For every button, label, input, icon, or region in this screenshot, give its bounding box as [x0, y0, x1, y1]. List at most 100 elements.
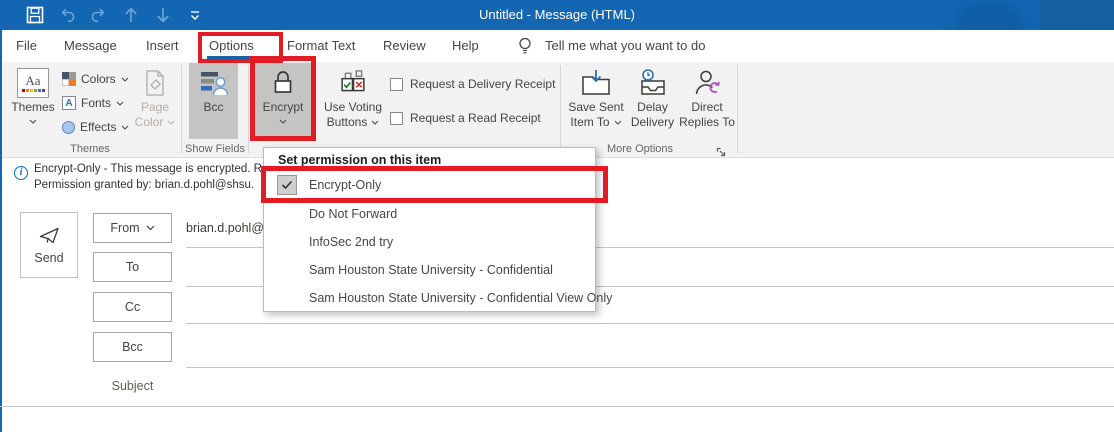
- save-sent-label-2: Item To: [570, 115, 621, 130]
- infobar-line2: Permission granted by: brian.d.pohl@shsu…: [34, 179, 255, 191]
- show-fields-group-label: Show Fields: [185, 143, 245, 155]
- quick-access-toolbar: [24, 0, 206, 30]
- ribbon: Aa Themes Colors A Fonts Effects Page Co…: [0, 62, 1114, 158]
- menu-item-label: Sam Houston State University - Confident…: [309, 291, 613, 305]
- tab-insert[interactable]: Insert: [146, 30, 179, 62]
- colors-button[interactable]: Colors: [62, 68, 129, 90]
- info-icon: i: [14, 166, 28, 180]
- tab-message[interactable]: Message: [64, 30, 117, 62]
- themes-icon: Aa: [17, 66, 49, 100]
- colors-label: Colors: [81, 72, 116, 86]
- selected-tab-indicator: [207, 56, 256, 59]
- lightbulb-icon: [517, 36, 533, 61]
- infobar-line1: Encrypt-Only - This message is encrypted…: [34, 163, 262, 175]
- direct-replies-label-1: Direct: [691, 100, 723, 114]
- bcc-field-underline[interactable]: [186, 367, 1114, 368]
- use-voting-buttons-button[interactable]: Use Voting Buttons: [318, 63, 388, 139]
- menu-item-label: Sam Houston State University - Confident…: [309, 263, 553, 277]
- subject-label: Subject: [111, 379, 154, 393]
- effects-button[interactable]: Effects: [62, 116, 129, 138]
- direct-replies-to-button[interactable]: Direct Replies To: [678, 63, 736, 139]
- save-sent-folder-icon: [581, 66, 611, 100]
- fonts-label: Fonts: [81, 96, 112, 110]
- from-value: brian.d.pohl@: [186, 221, 265, 235]
- colors-icon: [62, 72, 76, 86]
- group-separator: [737, 65, 738, 153]
- save-sent-item-to-button[interactable]: Save Sent Item To: [565, 63, 627, 139]
- delay-delivery-label-1: Delay: [637, 100, 668, 114]
- menu-item-label: Encrypt-Only: [309, 178, 382, 192]
- use-voting-label-1: Use Voting: [323, 100, 383, 114]
- encrypt-button[interactable]: Encrypt: [255, 63, 311, 139]
- to-button[interactable]: To: [93, 252, 172, 282]
- titlebar: Untitled - Message (HTML): [0, 0, 1114, 42]
- delivery-receipt-label: Request a Delivery Receipt: [410, 77, 556, 91]
- cc-field-underline[interactable]: [186, 323, 1114, 324]
- chevron-down-icon: [371, 120, 379, 125]
- message-body-divider: [0, 406, 1114, 407]
- tab-file[interactable]: File: [16, 30, 37, 62]
- tell-me-search[interactable]: Tell me what you want to do: [545, 30, 705, 62]
- dropdown-header: Set permission on this item: [278, 153, 442, 167]
- chevron-down-icon: [146, 225, 155, 231]
- delay-delivery-label-2: Delivery: [630, 115, 675, 129]
- page-color-button[interactable]: Page Color: [132, 63, 178, 139]
- bcc-icon: [200, 66, 228, 100]
- chevron-down-icon: [167, 120, 175, 125]
- group-separator: [181, 65, 182, 153]
- themes-button[interactable]: Aa Themes: [10, 63, 56, 139]
- encrypt-dropdown-menu: Set permission on this item Encrypt-Only…: [263, 147, 612, 312]
- tab-options-label: Options: [209, 38, 254, 53]
- outlook-message-window: Untitled - Message (HTML) File Message I…: [0, 0, 1114, 432]
- fonts-icon: A: [62, 96, 76, 110]
- menu-item-do-not-forward[interactable]: Do Not Forward: [264, 200, 595, 228]
- tab-help[interactable]: Help: [452, 30, 479, 62]
- from-button-label: From: [110, 221, 140, 235]
- save-icon: [26, 6, 44, 24]
- save-sent-label-1: Save Sent: [568, 100, 624, 114]
- page-color-icon: [142, 66, 168, 100]
- move-up-button[interactable]: [120, 4, 142, 26]
- menu-item-encrypt-only[interactable]: Encrypt-Only: [264, 171, 595, 199]
- direct-replies-icon: [693, 66, 721, 100]
- undo-icon: [61, 8, 75, 23]
- read-receipt-label: Request a Read Receipt: [410, 111, 541, 125]
- send-button[interactable]: Send: [20, 212, 78, 278]
- chevron-down-icon: [279, 119, 287, 124]
- chevron-down-icon: [29, 119, 37, 124]
- menu-item-shsu-confidential[interactable]: Sam Houston State University - Confident…: [264, 256, 595, 284]
- page-color-label-2: Color: [135, 115, 176, 130]
- customize-quick-access-button[interactable]: [184, 4, 206, 26]
- delay-delivery-icon: [638, 66, 668, 100]
- page-color-label-1: Page: [140, 100, 170, 114]
- tab-review[interactable]: Review: [383, 30, 426, 62]
- dialog-launcher-icon: [716, 147, 726, 157]
- from-button[interactable]: From: [93, 213, 172, 243]
- redo-button[interactable]: [88, 4, 110, 26]
- request-delivery-receipt-checkbox[interactable]: Request a Delivery Receipt: [390, 77, 555, 91]
- bcc-ribbon-button[interactable]: Bcc: [189, 63, 238, 139]
- tab-format-text[interactable]: Format Text: [287, 30, 355, 62]
- undo-button[interactable]: [56, 4, 78, 26]
- move-down-button[interactable]: [152, 4, 174, 26]
- delay-delivery-button[interactable]: Delay Delivery: [628, 63, 677, 139]
- menu-item-shsu-confidential-view-only[interactable]: Sam Houston State University - Confident…: [264, 284, 612, 312]
- customize-quick-access-icon: [191, 11, 199, 20]
- voting-buttons-icon: [340, 66, 366, 100]
- to-button-label: To: [125, 260, 140, 274]
- titlebar-redaction-patch: [1040, 0, 1114, 30]
- send-button-label: Send: [34, 251, 64, 265]
- save-button[interactable]: [24, 4, 46, 26]
- chevron-down-icon: [122, 125, 129, 130]
- cc-button[interactable]: Cc: [93, 292, 172, 322]
- lock-icon: [270, 66, 296, 100]
- bcc-field-button[interactable]: Bcc: [93, 332, 172, 362]
- encrypt-button-label: Encrypt: [262, 100, 304, 114]
- menu-item-infosec-2nd-try[interactable]: InfoSec 2nd try: [264, 228, 595, 256]
- tab-options[interactable]: Options: [207, 30, 256, 62]
- themes-group-label: Themes: [70, 143, 110, 155]
- send-icon: [39, 227, 59, 244]
- request-read-receipt-checkbox[interactable]: Request a Read Receipt: [390, 111, 541, 125]
- use-voting-label-2: Buttons: [327, 115, 380, 130]
- fonts-button[interactable]: A Fonts: [62, 92, 124, 114]
